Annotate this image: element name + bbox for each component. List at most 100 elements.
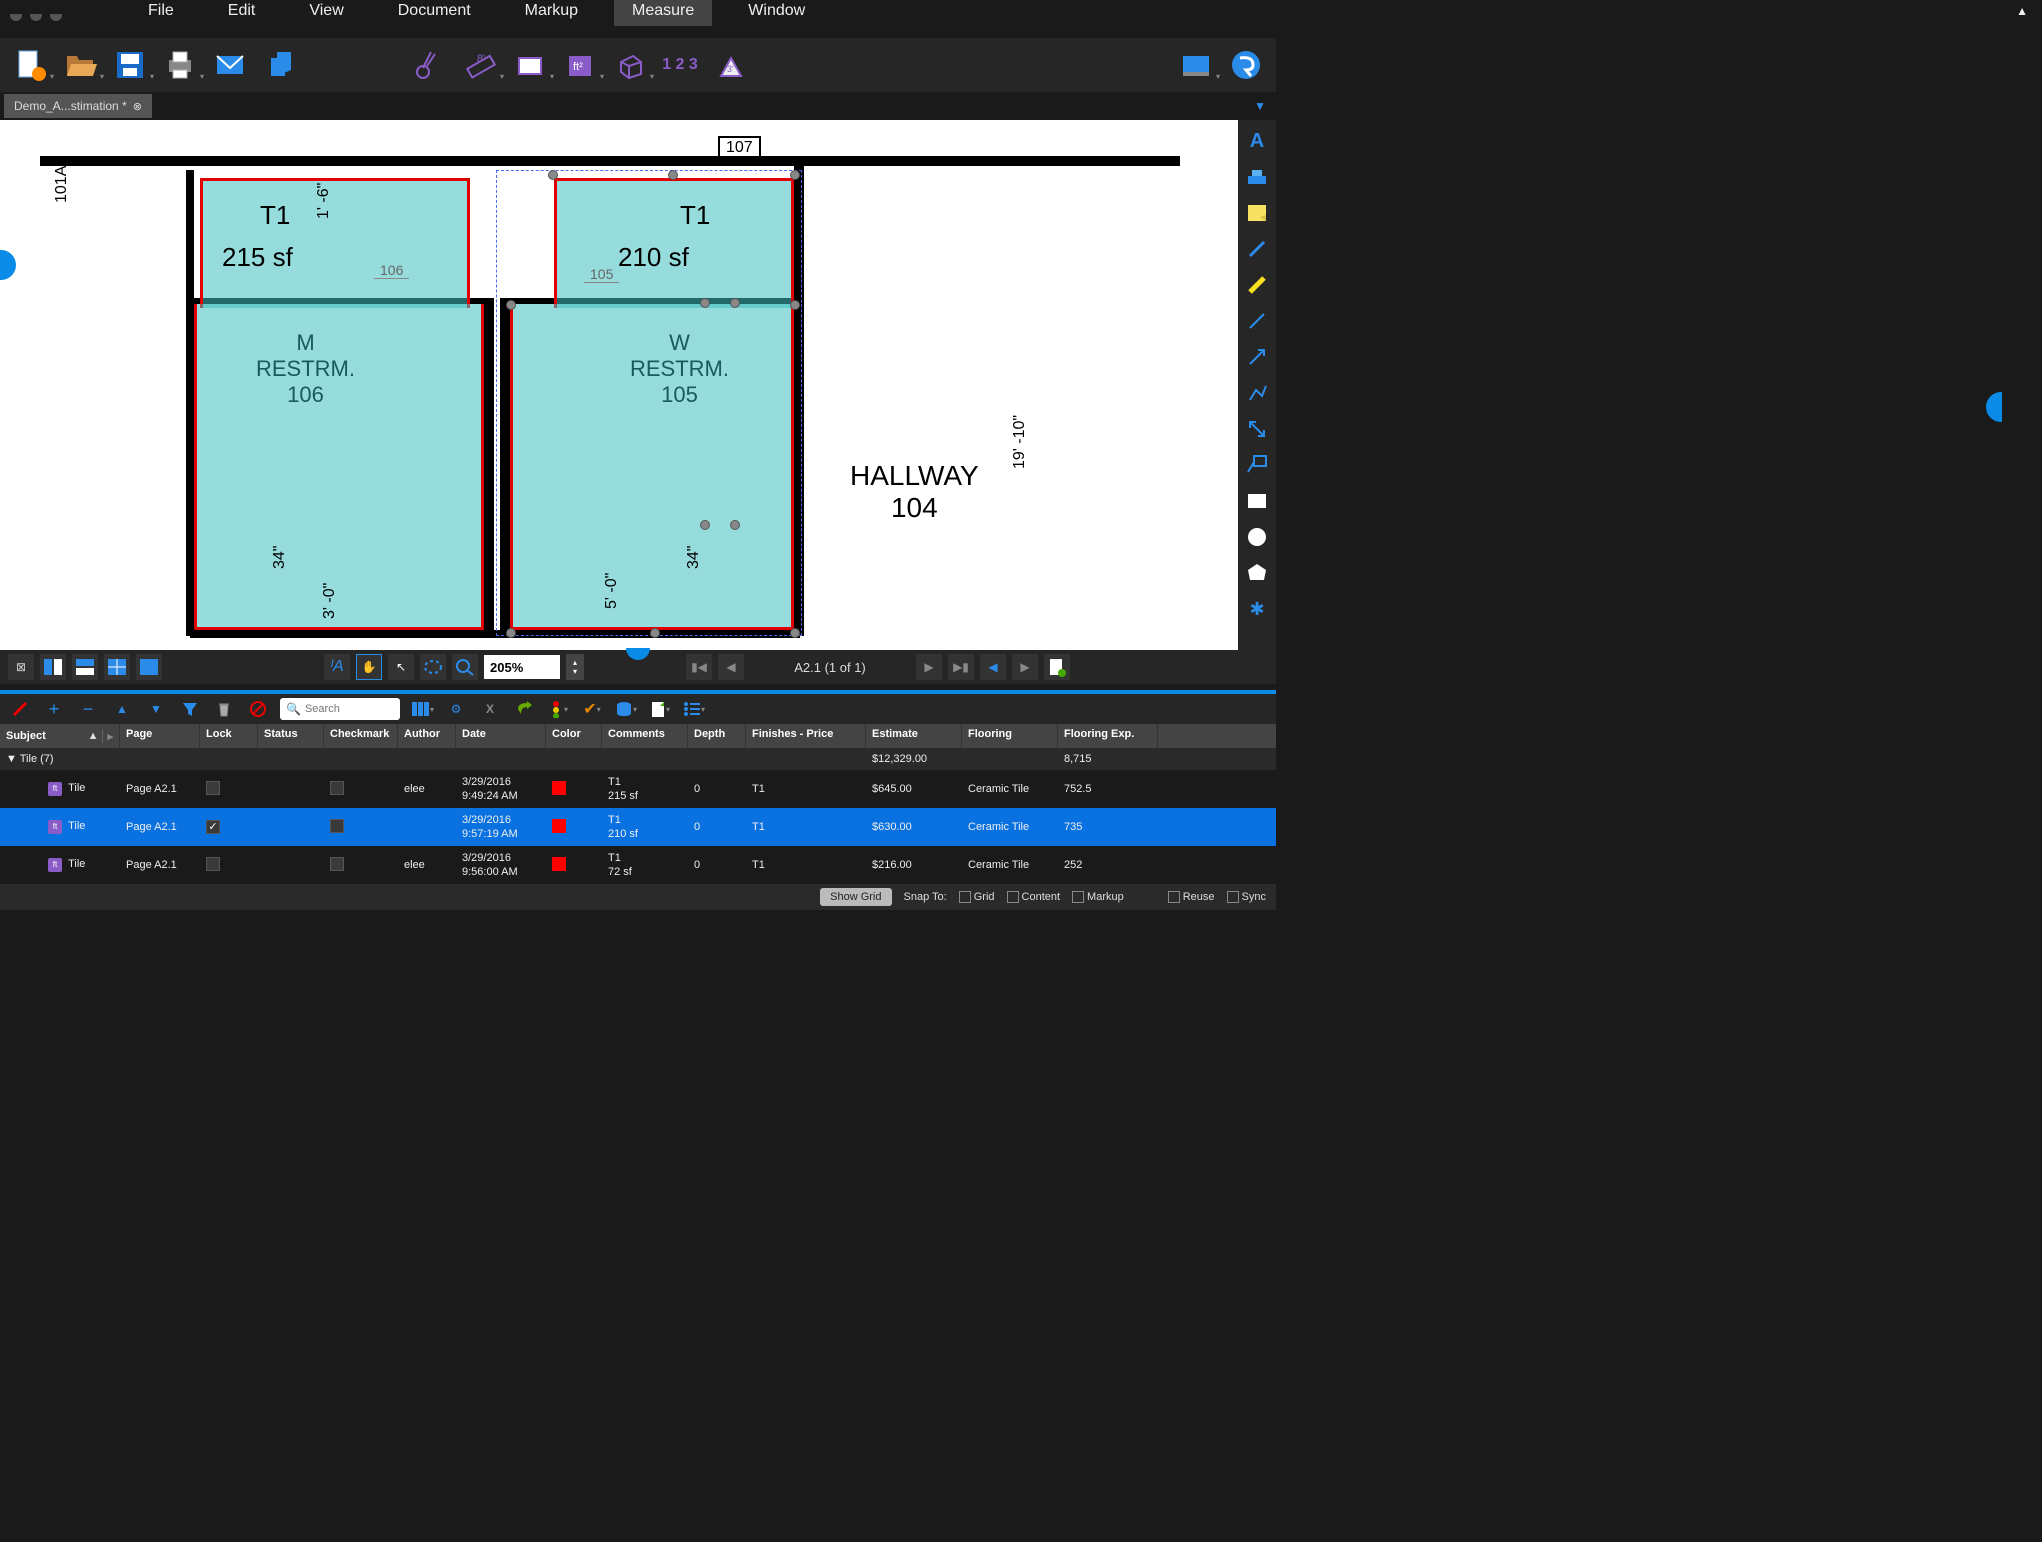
email-button[interactable]	[210, 45, 250, 85]
filter-icon[interactable]	[178, 697, 202, 721]
menu-measure[interactable]: Measure	[614, 0, 712, 26]
sync-checkbox[interactable]: Sync	[1227, 891, 1266, 903]
polygon-tool-icon[interactable]	[1243, 560, 1271, 586]
col-color[interactable]: Color	[546, 724, 602, 748]
markup-down-icon[interactable]: ▼	[144, 697, 168, 721]
col-subject[interactable]: Subject▲▸	[0, 724, 120, 748]
tab-menu-icon[interactable]: ▼	[1254, 99, 1266, 113]
rectangle-tool-icon[interactable]	[1243, 488, 1271, 514]
arrow-tool-icon[interactable]	[1243, 344, 1271, 370]
table-row[interactable]: ft TilePage A2.13/29/20169:57:19 AMT1210…	[0, 808, 1276, 846]
menu-window[interactable]: Window	[730, 0, 823, 26]
trash-icon[interactable]	[212, 697, 236, 721]
menu-view[interactable]: View	[291, 0, 361, 26]
snap-content-checkbox[interactable]: Content	[1007, 891, 1061, 903]
open-file-button[interactable]: ▾	[60, 45, 100, 85]
col-checkmark[interactable]: Checkmark	[324, 724, 398, 748]
print-button[interactable]: ▾	[160, 45, 200, 85]
cut-icon[interactable]: X	[478, 697, 502, 721]
typewriter-tool-icon[interactable]	[1243, 164, 1271, 190]
highlight-tool-icon[interactable]	[1243, 272, 1271, 298]
text-select-button[interactable]: ᴵA	[324, 654, 350, 680]
polyline-measure-button[interactable]: ▾	[510, 45, 550, 85]
menu-document[interactable]: Document	[380, 0, 489, 26]
snap-markup-checkbox[interactable]: Markup	[1072, 891, 1124, 903]
prev-page-button[interactable]: ◀	[718, 654, 744, 680]
last-page-button[interactable]: ▶▮	[948, 654, 974, 680]
columns-icon[interactable]: ▾	[410, 697, 434, 721]
profile-button[interactable]: ▾	[1176, 45, 1216, 85]
document-tab[interactable]: Demo_A...stimation * ⊗	[4, 94, 152, 118]
panel-handle-right[interactable]	[1986, 392, 2002, 422]
text-tool-icon[interactable]: A	[1243, 128, 1271, 154]
zoom-input[interactable]	[484, 655, 560, 679]
col-page[interactable]: Page	[120, 724, 200, 748]
col-estimate[interactable]: Estimate	[866, 724, 962, 748]
lasso-tool-button[interactable]	[420, 654, 446, 680]
pen-tool-icon[interactable]	[1243, 236, 1271, 262]
database-icon[interactable]: ▾	[614, 697, 638, 721]
callout-tool-icon[interactable]	[1243, 452, 1271, 478]
checkmark-checkbox[interactable]	[330, 857, 344, 871]
col-depth[interactable]: Depth	[688, 724, 746, 748]
length-measure-button[interactable]: 8'▾	[460, 45, 500, 85]
lock-checkbox[interactable]	[206, 820, 220, 834]
ellipse-tool-icon[interactable]	[1243, 524, 1271, 550]
split-both-button[interactable]	[104, 654, 130, 680]
first-page-button[interactable]: ▮◀	[686, 654, 712, 680]
checkmark-checkbox[interactable]	[330, 781, 344, 795]
panel-drag-handle[interactable]	[626, 648, 650, 660]
col-finishes[interactable]: Finishes - Price	[746, 724, 866, 748]
markup-up-icon[interactable]: ▲	[110, 697, 134, 721]
revu-logo-icon[interactable]	[1226, 45, 1266, 85]
col-flooring[interactable]: Flooring	[962, 724, 1058, 748]
count-measure-button[interactable]: 1 2 3	[660, 45, 700, 85]
table-row[interactable]: ft TilePage A2.1elee3/29/20169:56:00 AMT…	[0, 846, 1276, 884]
prev-view-button[interactable]: ◀	[980, 654, 1006, 680]
list-icon[interactable]: ▾	[682, 697, 706, 721]
area-measure-button[interactable]: ft²▾	[560, 45, 600, 85]
single-view-button[interactable]	[136, 654, 162, 680]
note-tool-icon[interactable]	[1243, 200, 1271, 226]
menu-markup[interactable]: Markup	[507, 0, 596, 26]
group-row[interactable]: ▼ Tile (7) $12,329.00 8,715	[0, 748, 1276, 770]
zoom-tool-button[interactable]	[452, 654, 478, 680]
angle-measure-button[interactable]: 3'	[710, 45, 750, 85]
studio-button[interactable]	[260, 45, 300, 85]
reuse-checkbox[interactable]: Reuse	[1168, 891, 1215, 903]
reply-icon[interactable]	[512, 697, 536, 721]
checkmark-icon[interactable]: ✔▾	[580, 697, 604, 721]
col-status[interactable]: Status	[258, 724, 324, 748]
canvas[interactable]: T1 215 sf T1 210 sf MRESTRM.106 WRESTRM.…	[0, 120, 1238, 650]
split-v-button[interactable]	[40, 654, 66, 680]
markup-remove-icon[interactable]: −	[76, 697, 100, 721]
save-button[interactable]: ▾	[110, 45, 150, 85]
split-h-button[interactable]	[72, 654, 98, 680]
markup-edit-icon[interactable]	[8, 697, 32, 721]
menu-file[interactable]: File	[130, 0, 192, 26]
new-page-button[interactable]	[1044, 654, 1070, 680]
search-box[interactable]: 🔍	[280, 698, 400, 720]
lock-checkbox[interactable]	[206, 781, 220, 795]
search-input[interactable]	[305, 703, 395, 715]
dimension-tool-icon[interactable]	[1243, 416, 1271, 442]
calibrate-button[interactable]	[410, 45, 450, 85]
markup-add-icon[interactable]: +	[42, 697, 66, 721]
next-view-button[interactable]: ▶	[1012, 654, 1038, 680]
col-comments[interactable]: Comments	[602, 724, 688, 748]
zoom-stepper[interactable]: ▴▾	[566, 654, 584, 680]
col-date[interactable]: Date	[456, 724, 546, 748]
checkmark-checkbox[interactable]	[330, 819, 344, 833]
menubar-expand-icon[interactable]: ▲	[2016, 4, 2028, 18]
line-tool-icon[interactable]	[1243, 308, 1271, 334]
polyline-tool-icon[interactable]	[1243, 380, 1271, 406]
status-icon[interactable]: ▾	[546, 697, 570, 721]
show-grid-button[interactable]: Show Grid	[820, 888, 891, 906]
tools-gear-icon[interactable]: ✱	[1243, 596, 1271, 622]
close-panel-button[interactable]: ⊠	[8, 654, 34, 680]
table-row[interactable]: ft TilePage A2.1elee3/29/20169:49:24 AMT…	[0, 770, 1276, 808]
lock-checkbox[interactable]	[206, 857, 220, 871]
no-symbol-icon[interactable]	[246, 697, 270, 721]
col-author[interactable]: Author	[398, 724, 456, 748]
new-file-button[interactable]: ▾	[10, 45, 50, 85]
